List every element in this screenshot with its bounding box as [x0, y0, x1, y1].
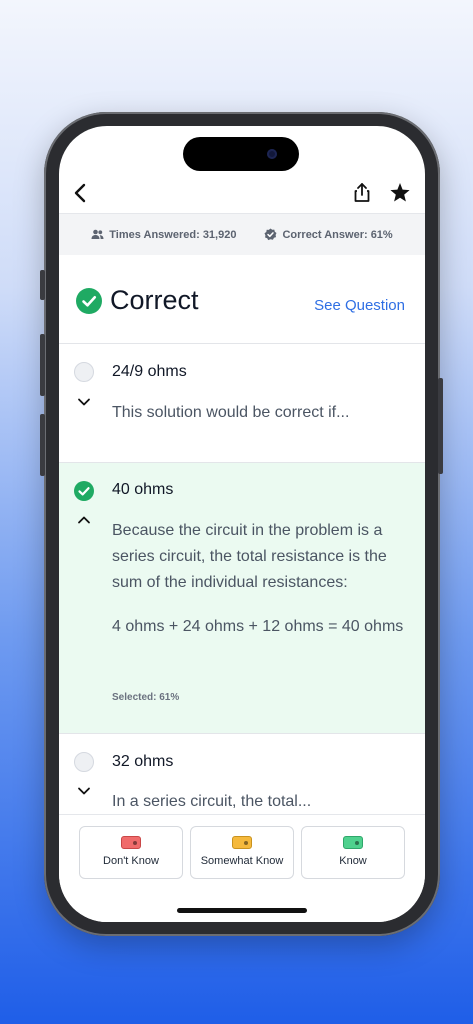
users-icon	[91, 229, 104, 239]
check-circle-icon	[76, 288, 102, 314]
dynamic-island	[183, 137, 299, 171]
option-title: 40 ohms	[112, 481, 174, 498]
know-label: Know	[339, 855, 367, 867]
app-screen: Times Answered: 31,920 Correct Answer: 6…	[59, 126, 425, 922]
share-icon[interactable]	[349, 180, 375, 206]
camera-icon	[267, 149, 277, 159]
option-radio[interactable]	[74, 752, 94, 772]
selected-percentage: Selected: 61%	[112, 692, 180, 703]
red-tag-icon	[121, 836, 141, 849]
answer-option-1[interactable]: 24/9 ohms This solution would be correct…	[59, 344, 425, 462]
chevron-down-icon[interactable]	[76, 783, 92, 799]
see-question-link[interactable]: See Question	[314, 297, 405, 314]
star-icon[interactable]	[387, 180, 413, 206]
option-explanation: Because the circuit in the problem is a …	[112, 522, 387, 591]
correct-answer-stat: Correct Answer: 61%	[264, 228, 393, 241]
phone-silent-switch	[40, 270, 45, 300]
phone-volume-down	[40, 414, 45, 476]
phone-power-button	[438, 378, 443, 474]
option-title: 24/9 ohms	[112, 363, 187, 380]
yellow-tag-icon	[232, 836, 252, 849]
dont-know-label: Don't Know	[103, 855, 159, 867]
option-explanation: In a series circuit, the total...	[112, 793, 312, 810]
chevron-left-icon[interactable]	[67, 178, 97, 208]
green-tag-icon	[343, 836, 363, 849]
answer-option-3[interactable]: 32 ohms In a series circuit, the total..…	[59, 734, 425, 814]
option-formula: 4 ohms + 24 ohms + 12 ohms = 40 ohms	[112, 618, 404, 635]
option-radio[interactable]	[74, 362, 94, 382]
stats-bar: Times Answered: 31,920 Correct Answer: 6…	[59, 213, 425, 255]
phone-volume-up	[40, 334, 45, 396]
know-button[interactable]: Know	[301, 826, 405, 879]
times-answered-stat: Times Answered: 31,920	[91, 229, 236, 241]
somewhat-know-button[interactable]: Somewhat Know	[190, 826, 294, 879]
result-title: Correct	[110, 285, 199, 315]
chevron-down-icon[interactable]	[76, 394, 92, 410]
top-nav	[59, 178, 425, 212]
knowledge-bar: Don't Know Somewhat Know Know	[59, 814, 425, 922]
result-header: Correct See Question	[59, 255, 425, 344]
correct-answer-label: Correct Answer: 61%	[282, 228, 393, 241]
answer-option-2[interactable]: 40 ohms Because the circuit in the probl…	[59, 463, 425, 733]
somewhat-know-label: Somewhat Know	[200, 855, 284, 867]
chevron-up-icon[interactable]	[76, 512, 92, 528]
option-explanation: This solution would be correct if...	[112, 404, 350, 421]
check-circle-icon	[74, 481, 94, 501]
times-answered-label: Times Answered: 31,920	[109, 228, 237, 241]
badge-check-icon	[264, 228, 277, 241]
home-indicator[interactable]	[177, 908, 307, 913]
option-title: 32 ohms	[112, 753, 174, 770]
dont-know-button[interactable]: Don't Know	[79, 826, 183, 879]
